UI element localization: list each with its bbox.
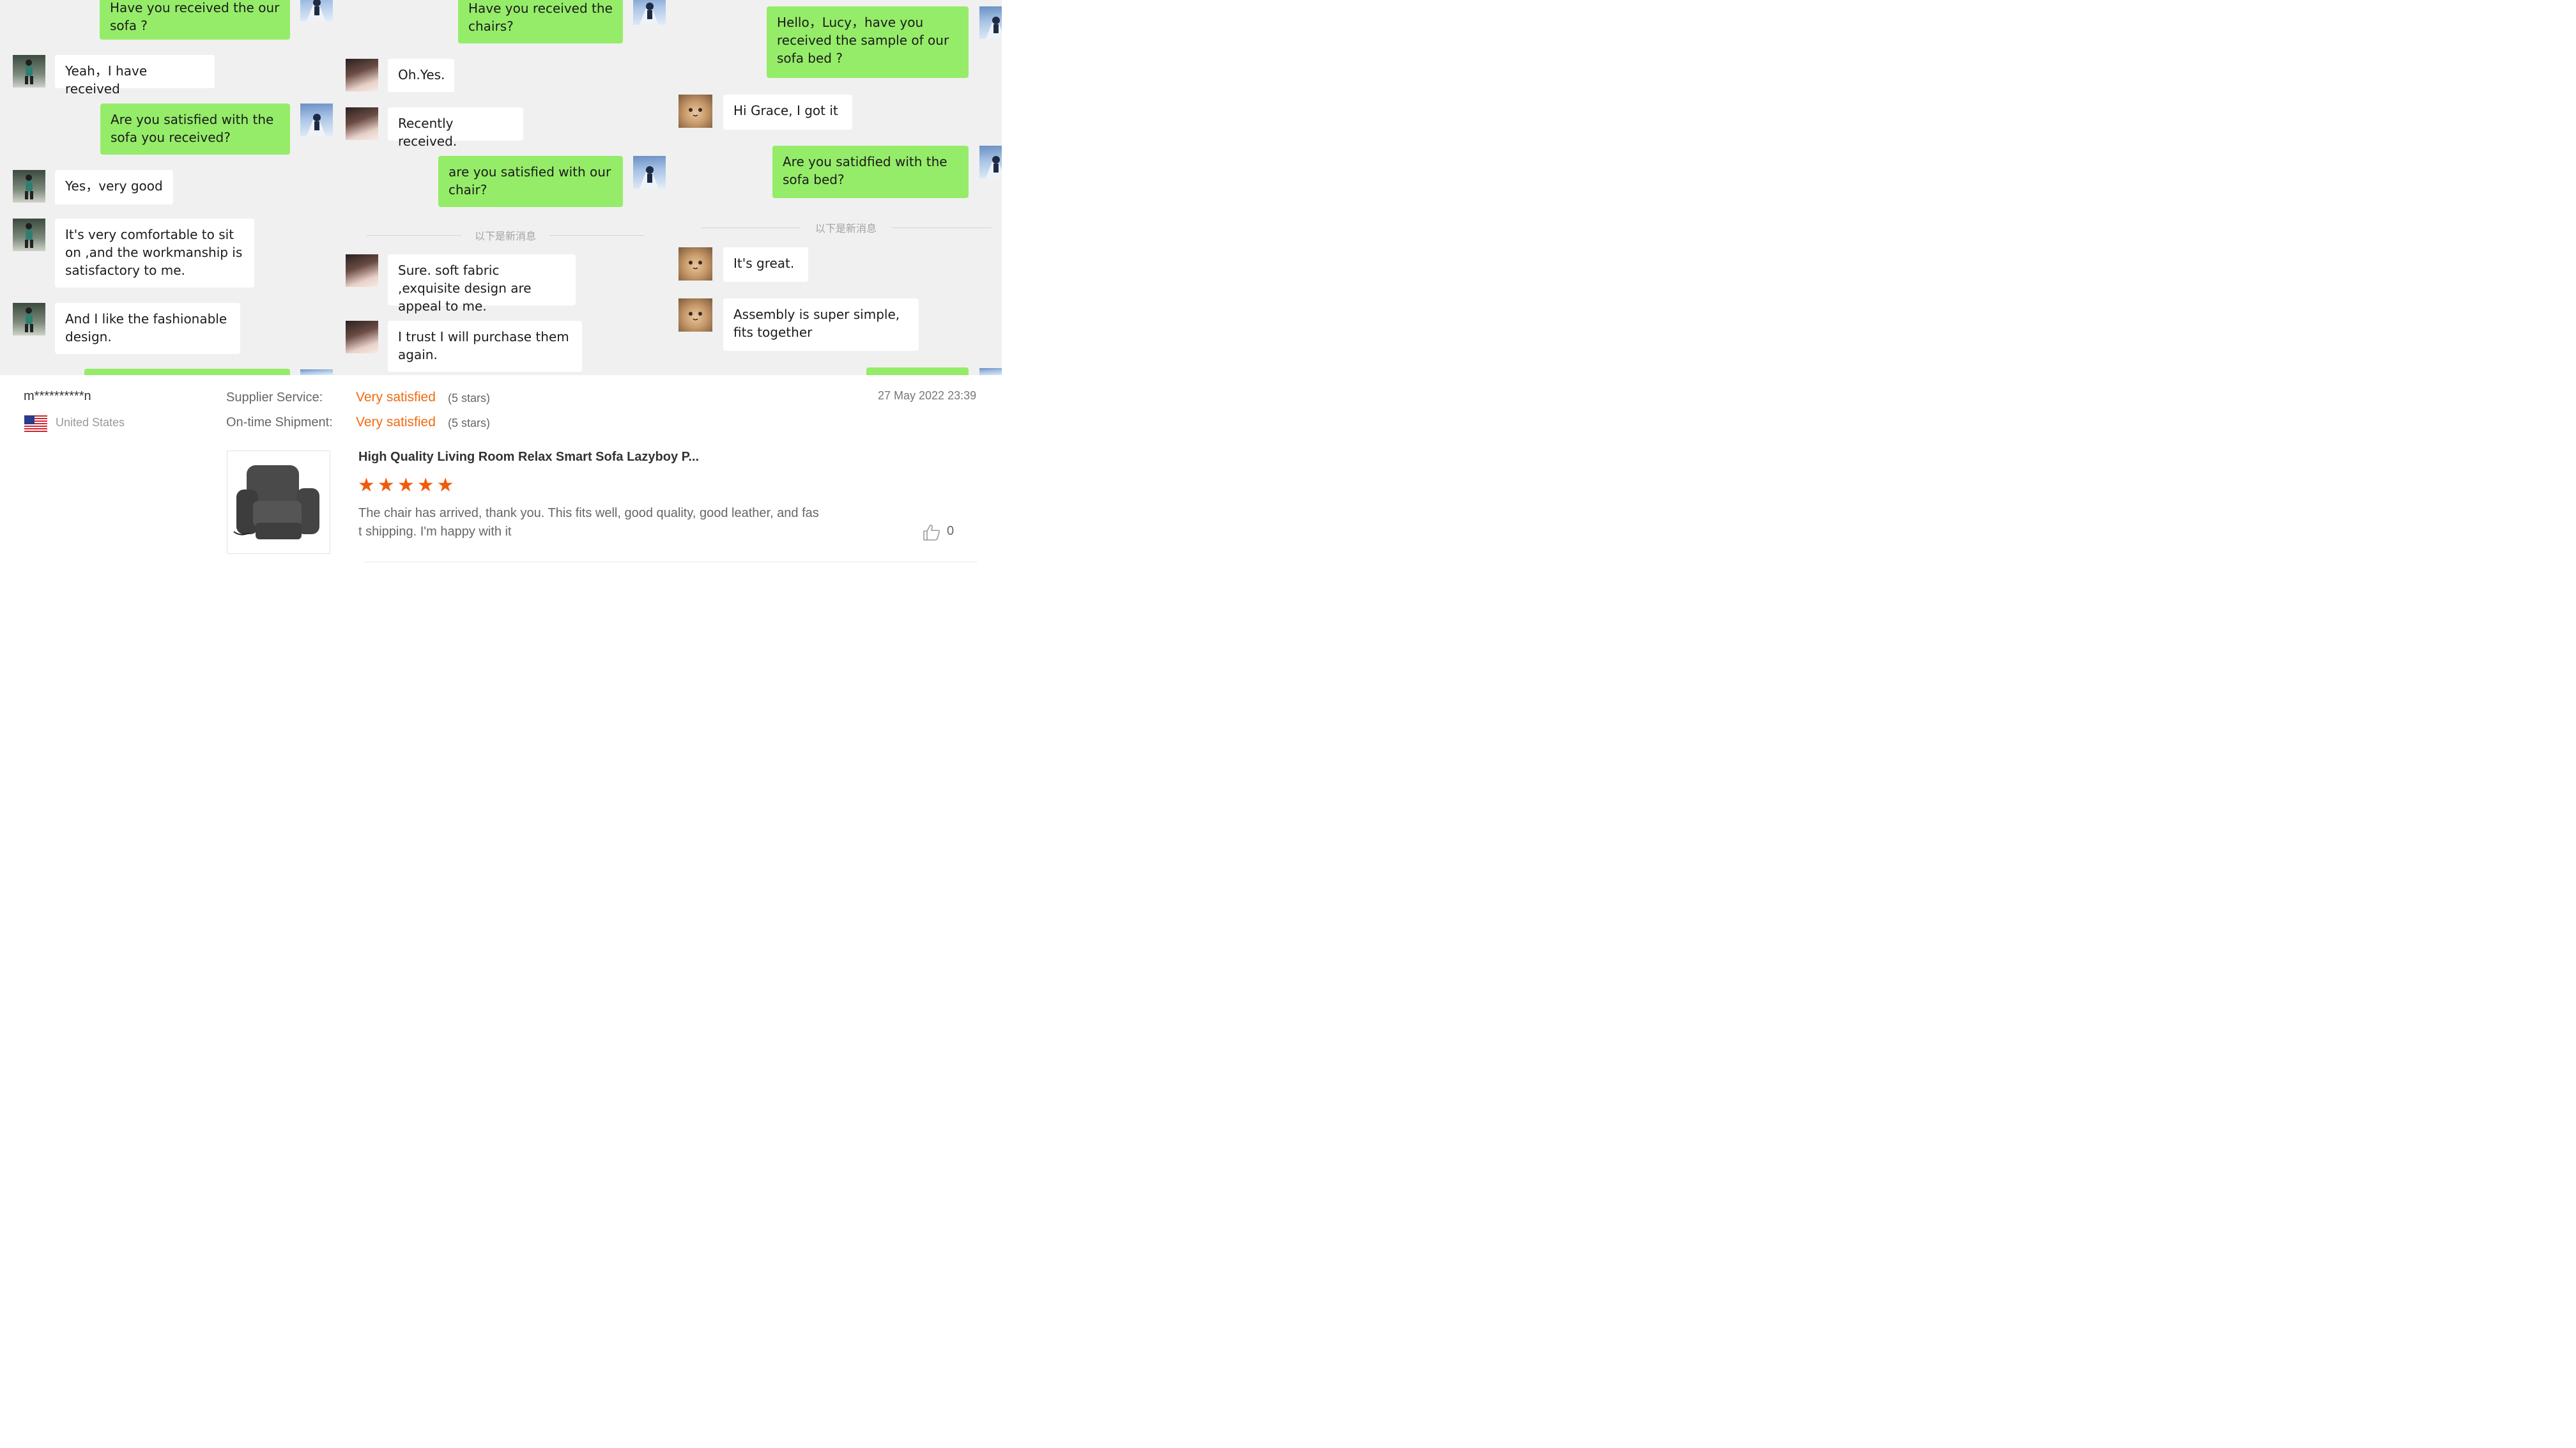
us-flag-icon bbox=[24, 415, 47, 432]
chat-bubble-outgoing-partial bbox=[84, 369, 290, 375]
user-avatar-cat bbox=[678, 95, 712, 128]
supplier-service-value: Very satisfied bbox=[356, 390, 436, 404]
my-avatar bbox=[633, 156, 666, 189]
user-avatar-boy bbox=[13, 303, 45, 335]
rating-stars: ★ ★ ★ ★ ★ bbox=[358, 476, 454, 495]
chat-bubble-incoming: Recently received. bbox=[388, 107, 523, 149]
star-icon: ★ bbox=[436, 474, 454, 497]
my-avatar bbox=[300, 104, 333, 136]
chat-bubble-outgoing-partial bbox=[866, 367, 969, 375]
shipment-value: Very satisfied bbox=[356, 415, 436, 429]
my-avatar bbox=[979, 6, 1002, 39]
chat-bubble-outgoing: Have you received the chairs? bbox=[458, 0, 623, 43]
my-avatar bbox=[979, 146, 1002, 178]
new-messages-divider-line bbox=[892, 227, 992, 228]
chat-screenshots-panel: Have you received the our sofa ? Yeah，I … bbox=[0, 0, 1002, 375]
chat-bubble-incoming: Yeah，I have received bbox=[55, 55, 215, 96]
like-count: 0 bbox=[947, 524, 954, 538]
review-date: 27 May 2022 23:39 bbox=[878, 389, 977, 402]
user-avatar-girl bbox=[346, 107, 378, 140]
chat-bubble-incoming: I trust I will purchase them again. bbox=[388, 321, 582, 372]
star-icon: ★ bbox=[417, 474, 434, 497]
star-icon: ★ bbox=[358, 474, 375, 497]
shipment-stars: (5 stars) bbox=[448, 417, 491, 429]
recliner-chair-image bbox=[233, 465, 319, 539]
chat-bubble-incoming: Hi Grace, I got it bbox=[723, 95, 852, 130]
chat-bubble-incoming: It's very comfortable to sit on ,and the… bbox=[55, 219, 254, 288]
new-messages-divider: 以下是新消息 bbox=[815, 222, 877, 235]
reviewer-name: m**********n bbox=[24, 389, 91, 403]
chat-bubble-outgoing: are you satisfied with our chair? bbox=[438, 156, 623, 207]
chat-bubble-incoming: Sure. soft fabric ,exquisite design are … bbox=[388, 254, 576, 314]
my-avatar bbox=[300, 369, 333, 375]
chat-bubble-incoming: It's great. bbox=[723, 247, 808, 282]
product-title-link[interactable]: High Quality Living Room Relax Smart Sof… bbox=[358, 450, 699, 465]
chat-bubble-incoming: Yes，very good bbox=[55, 170, 173, 204]
star-icon: ★ bbox=[377, 474, 395, 497]
user-avatar-girl bbox=[346, 254, 378, 287]
user-avatar-girl bbox=[346, 321, 378, 353]
user-avatar-boy bbox=[13, 219, 45, 251]
new-messages-divider-line bbox=[549, 235, 644, 236]
chat-bubble-outgoing: Are you satisfied with the sofa you rece… bbox=[100, 104, 290, 155]
new-messages-divider: 以下是新消息 bbox=[474, 230, 536, 242]
product-thumbnail[interactable] bbox=[227, 451, 330, 554]
user-avatar-cat bbox=[678, 298, 712, 332]
my-avatar bbox=[979, 368, 1002, 375]
chat-bubble-incoming: Assembly is super simple, fits together bbox=[723, 298, 919, 351]
chat-bubble-outgoing: Are you satidfied with the sofa bed? bbox=[772, 146, 969, 198]
chat-bubble-incoming: And I like the fashionable design. bbox=[55, 303, 240, 354]
chat-bubble-outgoing: Hello，Lucy，have you received the sample … bbox=[767, 6, 969, 78]
supplier-service-stars: (5 stars) bbox=[448, 392, 491, 404]
review-text-line: The chair has arrived, thank you. This f… bbox=[358, 506, 819, 520]
chat-bubble-outgoing: Have you received the our sofa ? bbox=[100, 0, 290, 40]
user-avatar-boy bbox=[13, 55, 45, 88]
shipment-label: On-time Shipment: bbox=[226, 415, 333, 429]
my-avatar bbox=[300, 0, 333, 21]
my-avatar bbox=[633, 0, 666, 25]
supplier-service-label: Supplier Service: bbox=[226, 390, 323, 404]
new-messages-divider-line bbox=[701, 227, 800, 228]
star-icon: ★ bbox=[397, 474, 415, 497]
thumbs-up-icon[interactable] bbox=[922, 523, 941, 542]
chat-bubble-incoming: Oh.Yes. bbox=[388, 59, 454, 92]
user-avatar-boy bbox=[13, 170, 45, 203]
review-text-line: t shipping. I'm happy with it bbox=[358, 525, 512, 539]
review-text: The chair has arrived, thank you. This f… bbox=[358, 504, 870, 541]
user-avatar-cat bbox=[678, 247, 712, 281]
reviewer-country: United States bbox=[56, 416, 125, 429]
user-avatar-girl bbox=[346, 59, 378, 91]
new-messages-divider-line bbox=[367, 235, 461, 236]
